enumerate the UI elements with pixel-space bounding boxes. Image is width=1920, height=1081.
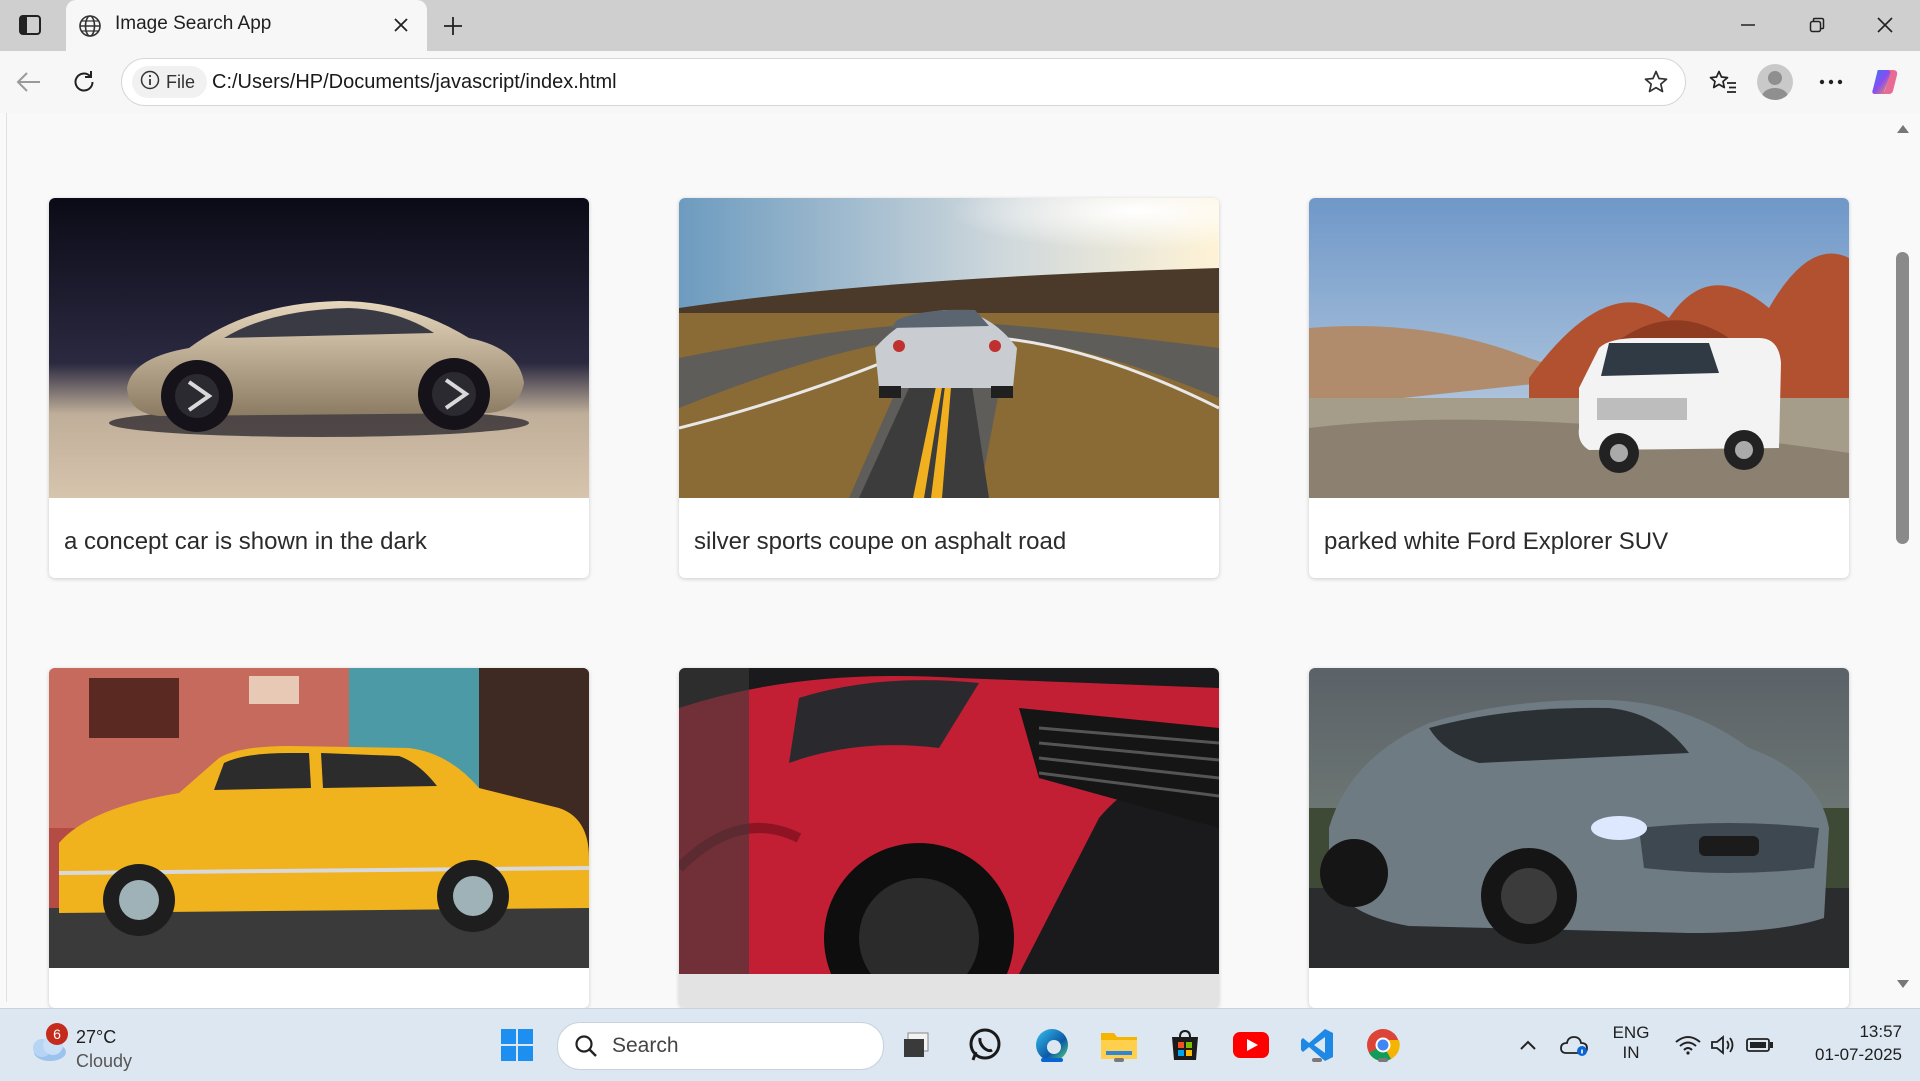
card-caption: parked white Ford Explorer SUV <box>1324 528 1669 555</box>
refresh-button[interactable] <box>65 63 103 101</box>
battery-icon[interactable] <box>1740 1025 1780 1065</box>
card-caption: a concept car is shown in the dark <box>64 528 427 555</box>
running-indicator <box>1114 1058 1124 1062</box>
running-indicator <box>1378 1058 1388 1062</box>
language-indicator[interactable]: ENG IN <box>1610 1023 1652 1063</box>
image-card[interactable]: parked white Ford Explorer SUV <box>1309 198 1849 578</box>
browser-title-bar: Image Search App <box>0 0 1920 51</box>
browser-toolbar: File C:/Users/HP/Documents/javascript/in… <box>0 51 1920 113</box>
browser-tab[interactable]: Image Search App <box>66 0 427 51</box>
show-hidden-icons-chevron-icon[interactable] <box>1508 1025 1548 1065</box>
close-window-button[interactable] <box>1864 8 1906 42</box>
restore-button[interactable] <box>1796 8 1838 42</box>
image-card[interactable] <box>49 668 589 1008</box>
minimize-button[interactable] <box>1727 8 1769 42</box>
weather-widget[interactable]: 6 27°C Cloudy <box>26 1023 146 1071</box>
language-code: ENG <box>1612 1023 1650 1042</box>
microsoft-store-icon[interactable] <box>1165 1025 1205 1065</box>
clock-time: 13:57 <box>1859 1022 1902 1041</box>
file-label: File <box>166 71 196 92</box>
back-button[interactable] <box>10 63 48 101</box>
card-image-yellow-classic-car[interactable] <box>49 668 589 968</box>
page-content: a concept car is shown in the dark silve… <box>6 113 1899 1008</box>
notification-badge: 6 <box>46 1023 68 1045</box>
card-image-ford-explorer[interactable] <box>1309 198 1849 498</box>
weather-condition-text: Cloudy <box>76 1051 133 1071</box>
file-explorer-icon[interactable] <box>1099 1025 1139 1065</box>
windows-taskbar: 6 27°C Cloudy Search ENG IN 13:57 01-07-… <box>0 1008 1920 1081</box>
new-tab-button[interactable] <box>438 11 468 41</box>
card-image-concept-car[interactable] <box>49 198 589 498</box>
taskbar-search-input[interactable]: Search <box>557 1022 884 1070</box>
card-caption-strip <box>679 974 1219 1008</box>
card-image-red-sports-car[interactable] <box>679 668 1219 974</box>
scroll-down-arrow-icon[interactable] <box>1896 977 1910 991</box>
address-bar[interactable]: File C:/Users/HP/Documents/javascript/in… <box>121 58 1686 106</box>
url-text[interactable]: C:/Users/HP/Documents/javascript/index.h… <box>212 71 617 94</box>
more-options-icon[interactable] <box>1812 63 1850 101</box>
card-caption: silver sports coupe on asphalt road <box>694 528 1067 555</box>
region-code: IN <box>1622 1043 1640 1062</box>
search-placeholder: Search <box>612 1034 679 1057</box>
scrollbar-thumb[interactable] <box>1896 252 1909 544</box>
image-card[interactable]: silver sports coupe on asphalt road <box>679 198 1219 578</box>
wifi-icon[interactable] <box>1668 1025 1708 1065</box>
info-icon <box>140 70 160 95</box>
tab-title: Image Search App <box>115 13 272 34</box>
vscode-icon[interactable] <box>1297 1025 1337 1065</box>
youtube-icon[interactable] <box>1231 1025 1271 1065</box>
image-card[interactable]: a concept car is shown in the dark <box>49 198 589 578</box>
temperature-text: 27°C <box>76 1027 117 1047</box>
site-info-chip[interactable]: File <box>132 66 208 98</box>
scroll-up-arrow-icon[interactable] <box>1896 122 1910 136</box>
image-card[interactable] <box>679 668 1219 1008</box>
whatsapp-icon[interactable] <box>965 1025 1005 1065</box>
clock-date: 01-07-2025 <box>1815 1045 1902 1064</box>
running-indicator <box>1312 1058 1322 1062</box>
image-card[interactable] <box>1309 668 1849 1008</box>
profile-avatar[interactable] <box>1757 64 1793 100</box>
close-tab-icon[interactable] <box>388 12 414 38</box>
card-image-sports-coupe[interactable] <box>679 198 1219 498</box>
running-indicator <box>1041 1058 1063 1062</box>
tab-actions-icon[interactable] <box>12 12 48 38</box>
search-icon <box>574 1034 598 1063</box>
page-scrollbar[interactable] <box>1896 113 1920 1002</box>
edge-icon[interactable] <box>1032 1025 1072 1065</box>
chrome-icon[interactable] <box>1363 1025 1403 1065</box>
task-view-icon[interactable] <box>897 1025 937 1065</box>
favorites-list-icon[interactable] <box>1704 63 1742 101</box>
favorite-star-icon[interactable] <box>1641 67 1671 97</box>
globe-icon <box>78 14 102 38</box>
onedrive-cloud-icon[interactable] <box>1555 1025 1595 1065</box>
volume-icon[interactable] <box>1703 1025 1743 1065</box>
windows-start-icon[interactable] <box>497 1025 537 1065</box>
copilot-icon[interactable] <box>1866 63 1904 101</box>
card-image-grey-coupe[interactable] <box>1309 668 1849 968</box>
clock[interactable]: 13:57 01-07-2025 <box>1790 1022 1902 1065</box>
